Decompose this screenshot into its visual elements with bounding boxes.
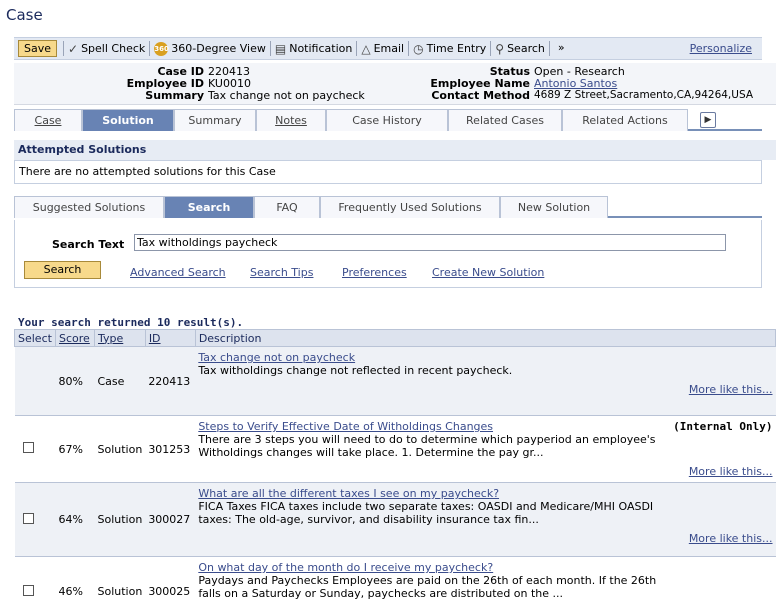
- contact-method-value: 4689 Z Street,Sacramento,CA,94264,USA: [534, 89, 753, 101]
- tab-suggested-solutions[interactable]: Suggested Solutions: [14, 196, 164, 218]
- search-icon: ⚲: [495, 41, 505, 56]
- tab-search[interactable]: Search: [164, 196, 254, 218]
- summary-value: Tax change not on paycheck: [208, 89, 365, 102]
- save-button[interactable]: Save: [18, 40, 58, 57]
- search-tips-link[interactable]: Search Tips: [250, 266, 313, 279]
- col-id[interactable]: ID: [144, 329, 196, 347]
- notification-icon: ▤: [274, 41, 287, 56]
- tab-faq[interactable]: FAQ: [254, 196, 320, 218]
- tab-related-actions[interactable]: Related Actions: [562, 109, 688, 131]
- time-entry-button[interactable]: ◷ Time Entry: [408, 41, 490, 56]
- type-cell: Solution: [94, 482, 146, 557]
- main-tabs: Case Solution Summary Notes Case History…: [14, 109, 762, 131]
- tab-summary[interactable]: Summary: [174, 109, 256, 131]
- col-type[interactable]: Type: [94, 329, 146, 347]
- preferences-link[interactable]: Preferences: [342, 266, 407, 279]
- col-description: Description: [194, 329, 776, 347]
- personalize-link[interactable]: Personalize: [690, 42, 752, 55]
- description-cell: Tax change not on paycheck Tax witholdin…: [195, 346, 776, 416]
- tab-case-history[interactable]: Case History: [326, 109, 448, 131]
- case-header: Case ID 220413 Employee ID KU0010 Summar…: [14, 63, 776, 105]
- col-score[interactable]: Score: [55, 329, 95, 347]
- notification-label: Notification: [289, 42, 353, 55]
- select-cell: [14, 415, 56, 483]
- select-checkbox[interactable]: [22, 584, 34, 596]
- tab-frequently-used-solutions[interactable]: Frequently Used Solutions: [320, 196, 500, 218]
- spell-check-button[interactable]: ✓ Spell Check: [63, 41, 149, 56]
- attempted-solutions-heading: Attempted Solutions: [14, 140, 776, 160]
- clock-icon: ◷: [413, 41, 424, 56]
- 360-icon: 360: [154, 41, 169, 56]
- internal-only-badge: (Internal Only): [673, 420, 773, 433]
- email-button[interactable]: △ Email: [356, 41, 408, 56]
- result-text: Tax witholdings change not reflected in …: [198, 364, 513, 377]
- result-title-link[interactable]: On what day of the month do I receive my…: [198, 561, 772, 574]
- 360-view-label: 360-Degree View: [171, 42, 266, 55]
- email-label: Email: [373, 42, 405, 55]
- type-cell: Case: [94, 346, 146, 416]
- tab-case[interactable]: Case: [14, 109, 82, 131]
- results-header-row: Select Score Type ID Description: [14, 329, 776, 347]
- table-row: 80% Case 220413 Tax change not on payche…: [14, 346, 776, 416]
- result-text: Paydays and Paychecks Employees are paid…: [198, 574, 657, 600]
- results-table: Select Score Type ID Description 80% Cas…: [14, 329, 776, 607]
- score-cell: 80%: [55, 346, 95, 416]
- email-icon: △: [361, 41, 371, 56]
- result-text: FICA Taxes FICA taxes include two separa…: [198, 500, 654, 526]
- tab-notes[interactable]: Notes: [256, 109, 326, 131]
- score-cell: 67%: [55, 415, 95, 483]
- description-cell: On what day of the month do I receive my…: [195, 556, 776, 607]
- more-like-this-link[interactable]: More like this...: [198, 465, 773, 478]
- tab-related-cases[interactable]: Related Cases: [448, 109, 562, 131]
- table-row: 46% Solution 300025 On what day of the m…: [14, 556, 776, 607]
- search-toolbar-label: Search: [507, 42, 545, 55]
- solution-tabs: Suggested Solutions Search FAQ Frequentl…: [14, 196, 762, 218]
- id-cell: 300025: [145, 556, 196, 607]
- id-cell: 220413: [145, 346, 196, 416]
- select-checkbox[interactable]: [22, 512, 34, 524]
- search-panel: Search Text Search Advanced Search Searc…: [14, 220, 762, 288]
- col-select: Select: [14, 329, 56, 347]
- id-cell: 301253: [145, 415, 196, 483]
- description-cell: What are all the different taxes I see o…: [195, 482, 776, 557]
- id-cell: 300027: [145, 482, 196, 557]
- score-cell: 46%: [55, 556, 95, 607]
- page-title: Case: [6, 6, 43, 24]
- result-title-link[interactable]: Tax change not on paycheck: [198, 351, 772, 364]
- create-new-solution-link[interactable]: Create New Solution: [432, 266, 544, 279]
- more-like-this-link[interactable]: More like this...: [198, 383, 773, 396]
- select-checkbox[interactable]: [22, 442, 34, 453]
- search-text-label: Search Text: [52, 238, 125, 251]
- result-count: Your search returned 10 result(s).: [18, 316, 244, 329]
- search-button[interactable]: Search: [24, 261, 101, 279]
- score-cell: 64%: [55, 482, 95, 557]
- next-tab-arrow-icon[interactable]: ▶: [700, 112, 716, 128]
- table-row: 67% Solution 301253 (Internal Only) Step…: [14, 415, 776, 483]
- search-text-input[interactable]: [134, 234, 726, 251]
- spell-check-icon: ✓: [68, 41, 79, 56]
- attempted-solutions-message: There are no attempted solutions for thi…: [14, 160, 762, 184]
- tab-solution[interactable]: Solution: [82, 109, 174, 131]
- select-cell: [14, 346, 56, 416]
- type-cell: Solution: [94, 415, 146, 483]
- advanced-search-link[interactable]: Advanced Search: [130, 266, 226, 279]
- notification-button[interactable]: ▤ Notification: [269, 41, 356, 56]
- select-cell: [14, 556, 56, 607]
- more-toolbar-button[interactable]: »: [548, 41, 573, 56]
- search-toolbar-button[interactable]: ⚲ Search: [490, 41, 549, 56]
- more-like-this-link[interactable]: More like this...: [198, 532, 773, 545]
- toolbar: Save ✓ Spell Check 360 360-Degree View ▤…: [14, 37, 762, 60]
- result-text: There are 3 steps you will need to do to…: [198, 433, 656, 459]
- result-title-link[interactable]: What are all the different taxes I see o…: [198, 487, 772, 500]
- contact-method-label: Contact Method: [431, 89, 530, 102]
- 360-view-button[interactable]: 360 360-Degree View: [149, 41, 270, 56]
- table-row: 64% Solution 300027 What are all the dif…: [14, 482, 776, 557]
- time-entry-label: Time Entry: [426, 42, 487, 55]
- type-cell: Solution: [94, 556, 146, 607]
- spell-check-label: Spell Check: [81, 42, 146, 55]
- tab-new-solution[interactable]: New Solution: [500, 196, 608, 218]
- select-cell: [14, 482, 56, 557]
- summary-label: Summary: [145, 89, 204, 102]
- description-cell: (Internal Only) Steps to Verify Effectiv…: [195, 415, 776, 483]
